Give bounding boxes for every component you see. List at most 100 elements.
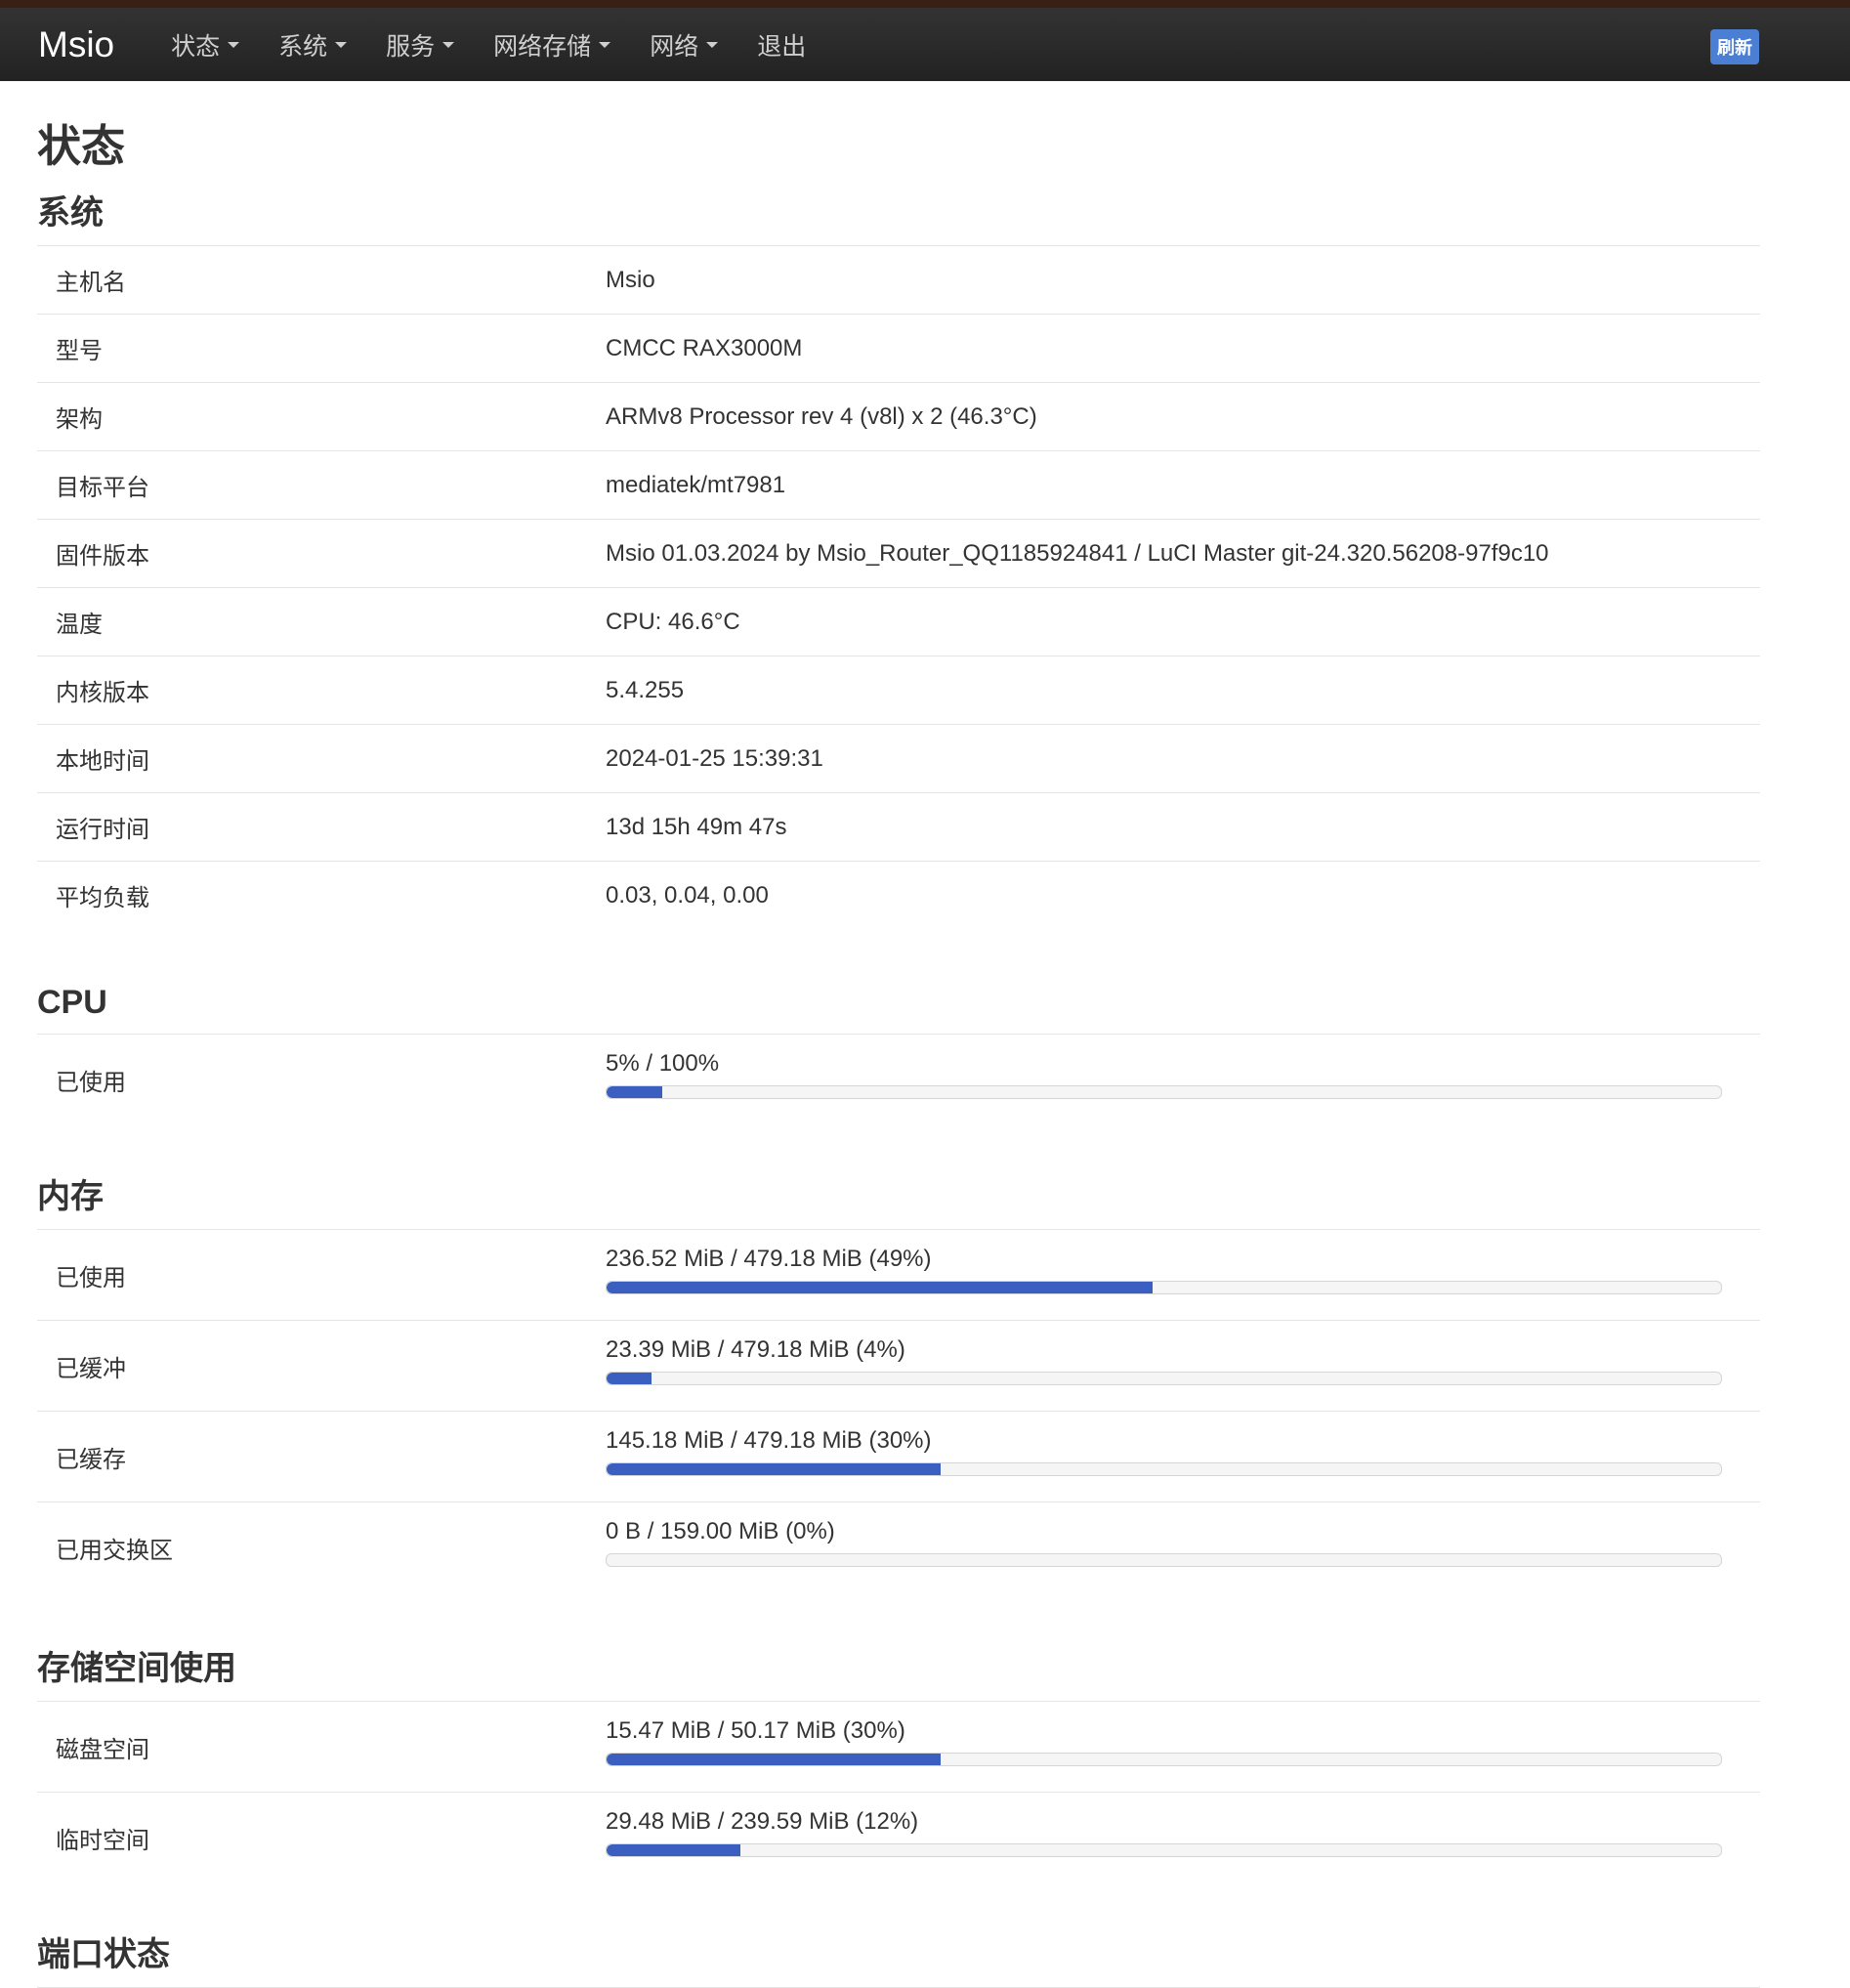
row-label: 临时空间 xyxy=(56,1827,149,1854)
row-label: 已使用 xyxy=(56,1069,126,1096)
usage-text: 29.48 MiB / 239.59 MiB (12%) xyxy=(606,1808,919,1835)
row-value: 5.4.255 xyxy=(606,676,685,703)
progress-fill xyxy=(607,1844,740,1856)
nav-label: 服务 xyxy=(386,32,436,61)
usage-text: 0 B / 159.00 MiB (0%) xyxy=(606,1518,835,1544)
row-label: 平均负载 xyxy=(56,885,149,911)
row-label: 主机名 xyxy=(56,270,126,296)
usage-cell: 15.47 MiB / 50.17 MiB (30%) xyxy=(606,1702,1722,1792)
caret-down-icon xyxy=(335,41,348,48)
row-value: 2024-01-25 15:39:31 xyxy=(606,744,823,772)
memory-table: 已使用 236.52 MiB / 479.18 MiB (49%) 已缓冲 23… xyxy=(37,1230,1760,1592)
row-value: CPU: 46.6°C xyxy=(606,608,740,635)
usage-text: 15.47 MiB / 50.17 MiB (30%) xyxy=(606,1717,905,1744)
usage-cell: 5% / 100% xyxy=(606,1035,1722,1124)
row-label: 目标平台 xyxy=(56,475,149,501)
progress-bar xyxy=(606,1281,1722,1294)
row-value: 13d 15h 49m 47s xyxy=(606,813,787,840)
progress-fill xyxy=(607,1463,942,1475)
table-row: 目标平台 mediatek/mt7981 xyxy=(37,451,1760,520)
section-title-storage: 存储空间使用 xyxy=(37,1641,1760,1702)
usage-text: 23.39 MiB / 479.18 MiB (4%) xyxy=(606,1336,905,1363)
table-row: 温度 CPU: 46.6°C xyxy=(37,588,1760,656)
table-row: 临时空间 29.48 MiB / 239.59 MiB (12%) xyxy=(37,1793,1760,1882)
nav-logout[interactable]: 退出 xyxy=(757,27,806,63)
table-row: 已缓存 145.18 MiB / 479.18 MiB (30%) xyxy=(37,1412,1760,1502)
row-label: 架构 xyxy=(56,406,103,433)
nav-services[interactable]: 服务 xyxy=(386,27,455,63)
page-title: 状态 xyxy=(37,121,126,171)
progress-bar xyxy=(606,1085,1722,1099)
table-row: 平均负载 0.03, 0.04, 0.00 xyxy=(37,862,1760,929)
row-label: 已用交换区 xyxy=(56,1537,173,1564)
usage-cell: 145.18 MiB / 479.18 MiB (30%) xyxy=(606,1412,1722,1502)
progress-fill xyxy=(607,1373,652,1384)
section-title-cpu: CPU xyxy=(37,984,1760,1035)
row-label: 型号 xyxy=(56,338,103,364)
progress-fill xyxy=(607,1086,663,1098)
row-label: 固件版本 xyxy=(56,543,149,570)
usage-cell: 236.52 MiB / 479.18 MiB (49%) xyxy=(606,1230,1722,1320)
table-row: 已用交换区 0 B / 159.00 MiB (0%) xyxy=(37,1502,1760,1592)
row-label: 运行时间 xyxy=(56,817,149,843)
progress-fill xyxy=(607,1282,1154,1293)
row-value: Msio 01.03.2024 by Msio_Router_QQ1185924… xyxy=(606,539,1549,567)
refresh-button[interactable]: 刷新 xyxy=(1710,29,1759,64)
progress-bar xyxy=(606,1372,1722,1385)
progress-bar xyxy=(606,1753,1722,1766)
caret-down-icon xyxy=(706,41,719,48)
row-value: ARMv8 Processor rev 4 (v8l) x 2 (46.3°C) xyxy=(606,402,1037,430)
row-label: 本地时间 xyxy=(56,748,149,775)
usage-text: 236.52 MiB / 479.18 MiB (49%) xyxy=(606,1246,932,1272)
usage-cell: 29.48 MiB / 239.59 MiB (12%) xyxy=(606,1793,1722,1882)
navbar: Msio 状态 系统 服务 网络存储 网络 退出 刷新 xyxy=(0,8,1850,81)
table-row: 主机名 Msio xyxy=(37,246,1760,315)
progress-fill xyxy=(607,1754,942,1765)
main-content: 状态 系统 主机名 Msio 型号 CMCC RAX3000M 架构 ARMv8 Pr… xyxy=(37,110,1760,1988)
section-title-system: 系统 xyxy=(37,186,1760,246)
brand-logo[interactable]: Msio xyxy=(38,24,114,65)
progress-bar xyxy=(606,1462,1722,1476)
usage-cell: 0 B / 159.00 MiB (0%) xyxy=(606,1502,1722,1592)
row-value: 0.03, 0.04, 0.00 xyxy=(606,881,769,909)
row-value: Msio xyxy=(606,266,655,293)
usage-text: 5% / 100% xyxy=(606,1050,720,1077)
table-row: 架构 ARMv8 Processor rev 4 (v8l) x 2 (46.3°… xyxy=(37,383,1760,451)
table-row: 已使用 5% / 100% xyxy=(37,1035,1760,1124)
caret-down-icon xyxy=(442,41,455,48)
section-title-ports: 端口状态 xyxy=(37,1927,1760,1988)
table-row: 已使用 236.52 MiB / 479.18 MiB (49%) xyxy=(37,1230,1760,1321)
nav-label: 系统 xyxy=(278,32,328,61)
table-row: 型号 CMCC RAX3000M xyxy=(37,315,1760,383)
table-row: 磁盘空间 15.47 MiB / 50.17 MiB (30%) xyxy=(37,1702,1760,1793)
usage-cell: 23.39 MiB / 479.18 MiB (4%) xyxy=(606,1321,1722,1411)
table-row: 本地时间 2024-01-25 15:39:31 xyxy=(37,725,1760,793)
nav-label: 网络存储 xyxy=(493,32,592,61)
progress-bar xyxy=(606,1553,1722,1567)
cpu-table: 已使用 5% / 100% xyxy=(37,1035,1760,1124)
nav-status[interactable]: 状态 xyxy=(171,27,240,63)
row-label: 温度 xyxy=(56,612,103,638)
system-table: 主机名 Msio 型号 CMCC RAX3000M 架构 ARMv8 Processo… xyxy=(37,246,1760,929)
storage-table: 磁盘空间 15.47 MiB / 50.17 MiB (30%) 临时空间 29… xyxy=(37,1702,1760,1882)
nav-label: 网络 xyxy=(650,32,699,61)
usage-text: 145.18 MiB / 479.18 MiB (30%) xyxy=(606,1427,932,1454)
row-label: 已缓冲 xyxy=(56,1355,126,1382)
row-value: mediatek/mt7981 xyxy=(606,471,786,498)
section-title-memory: 内存 xyxy=(37,1169,1760,1230)
caret-down-icon xyxy=(228,41,240,48)
nav-network[interactable]: 网络 xyxy=(650,27,719,63)
row-value: CMCC RAX3000M xyxy=(606,334,803,361)
table-row: 固件版本 Msio 01.03.2024 by Msio_Router_QQ118… xyxy=(37,520,1760,588)
nav-nas[interactable]: 网络存储 xyxy=(493,27,611,63)
nav-label: 退出 xyxy=(757,32,807,61)
row-label: 已缓存 xyxy=(56,1446,126,1473)
nav-system[interactable]: 系统 xyxy=(278,27,348,63)
top-accent-stripe xyxy=(0,0,1850,8)
row-label: 已使用 xyxy=(56,1264,126,1291)
caret-down-icon xyxy=(599,41,611,48)
nav-label: 状态 xyxy=(171,32,221,61)
table-row: 内核版本 5.4.255 xyxy=(37,656,1760,725)
table-row: 已缓冲 23.39 MiB / 479.18 MiB (4%) xyxy=(37,1321,1760,1412)
progress-bar xyxy=(606,1843,1722,1857)
